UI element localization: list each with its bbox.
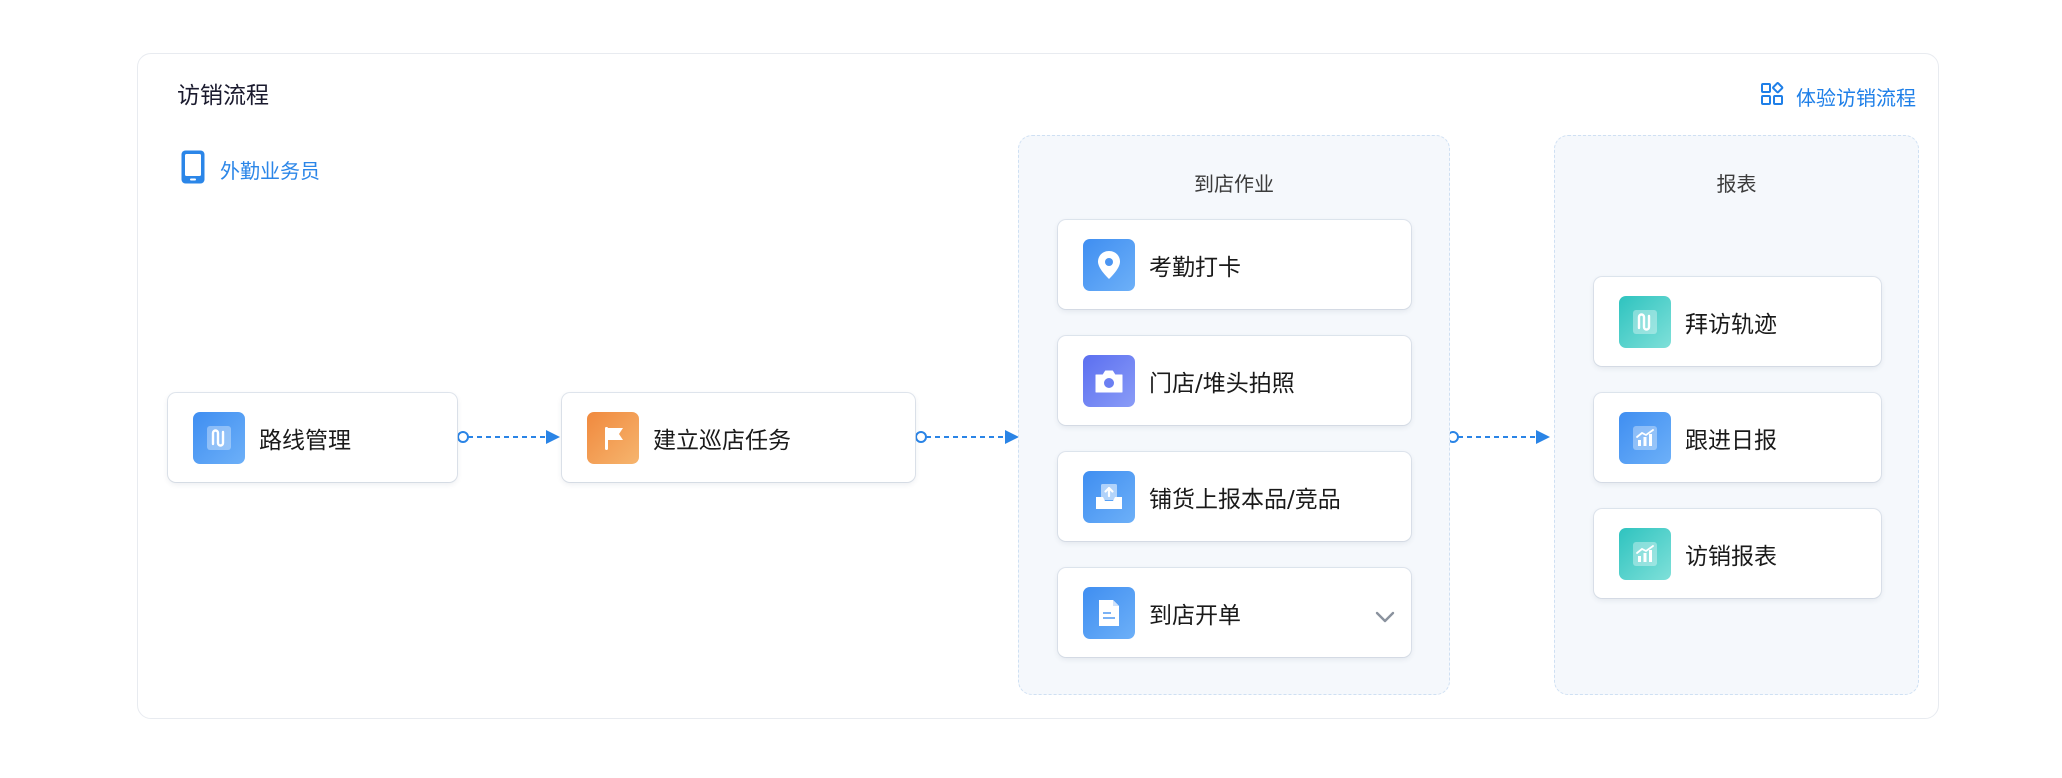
camera-icon — [1083, 354, 1135, 407]
visit-sales-report-label: 访销报表 — [1685, 543, 1777, 570]
stock-report-card[interactable]: 铺货上报本品/竞品 — [1058, 452, 1411, 541]
reports-title: 报表 — [1716, 172, 1757, 196]
store-order-card[interactable]: 到店开单 — [1058, 568, 1411, 657]
chart-icon — [1619, 527, 1671, 580]
route-management-label: 路线管理 — [259, 427, 351, 454]
stock-report-label: 铺货上报本品/竞品 — [1149, 486, 1341, 513]
visit-trajectory-label: 拜访轨迹 — [1685, 311, 1777, 338]
store-ops-title: 到店作业 — [1194, 172, 1274, 196]
visit-sales-report-card[interactable]: 访销报表 — [1594, 509, 1881, 598]
daily-followup-label: 跟进日报 — [1685, 427, 1777, 454]
route-management-card[interactable]: 路线管理 — [168, 393, 457, 482]
daily-followup-card[interactable]: 跟进日报 — [1594, 393, 1881, 482]
visit-trajectory-card[interactable]: 拜访轨迹 — [1594, 277, 1881, 366]
receipt-icon — [1083, 586, 1135, 639]
attendance-label: 考勤打卡 — [1149, 254, 1241, 281]
create-task-card[interactable]: 建立巡店任务 — [562, 393, 915, 482]
create-task-label: 建立巡店任务 — [653, 427, 791, 454]
route-icon — [1619, 295, 1671, 348]
route-icon — [193, 411, 245, 464]
chart-icon — [1619, 411, 1671, 464]
chevron-down-icon[interactable] — [1375, 608, 1395, 627]
flag-icon — [587, 411, 639, 464]
store-photo-label: 门店/堆头拍照 — [1149, 370, 1295, 397]
attendance-card[interactable]: 考勤打卡 — [1058, 220, 1411, 309]
location-pin-icon — [1083, 238, 1135, 291]
upload-tray-icon — [1083, 470, 1135, 523]
store-photo-card[interactable]: 门店/堆头拍照 — [1058, 336, 1411, 425]
store-order-label: 到店开单 — [1149, 602, 1241, 629]
